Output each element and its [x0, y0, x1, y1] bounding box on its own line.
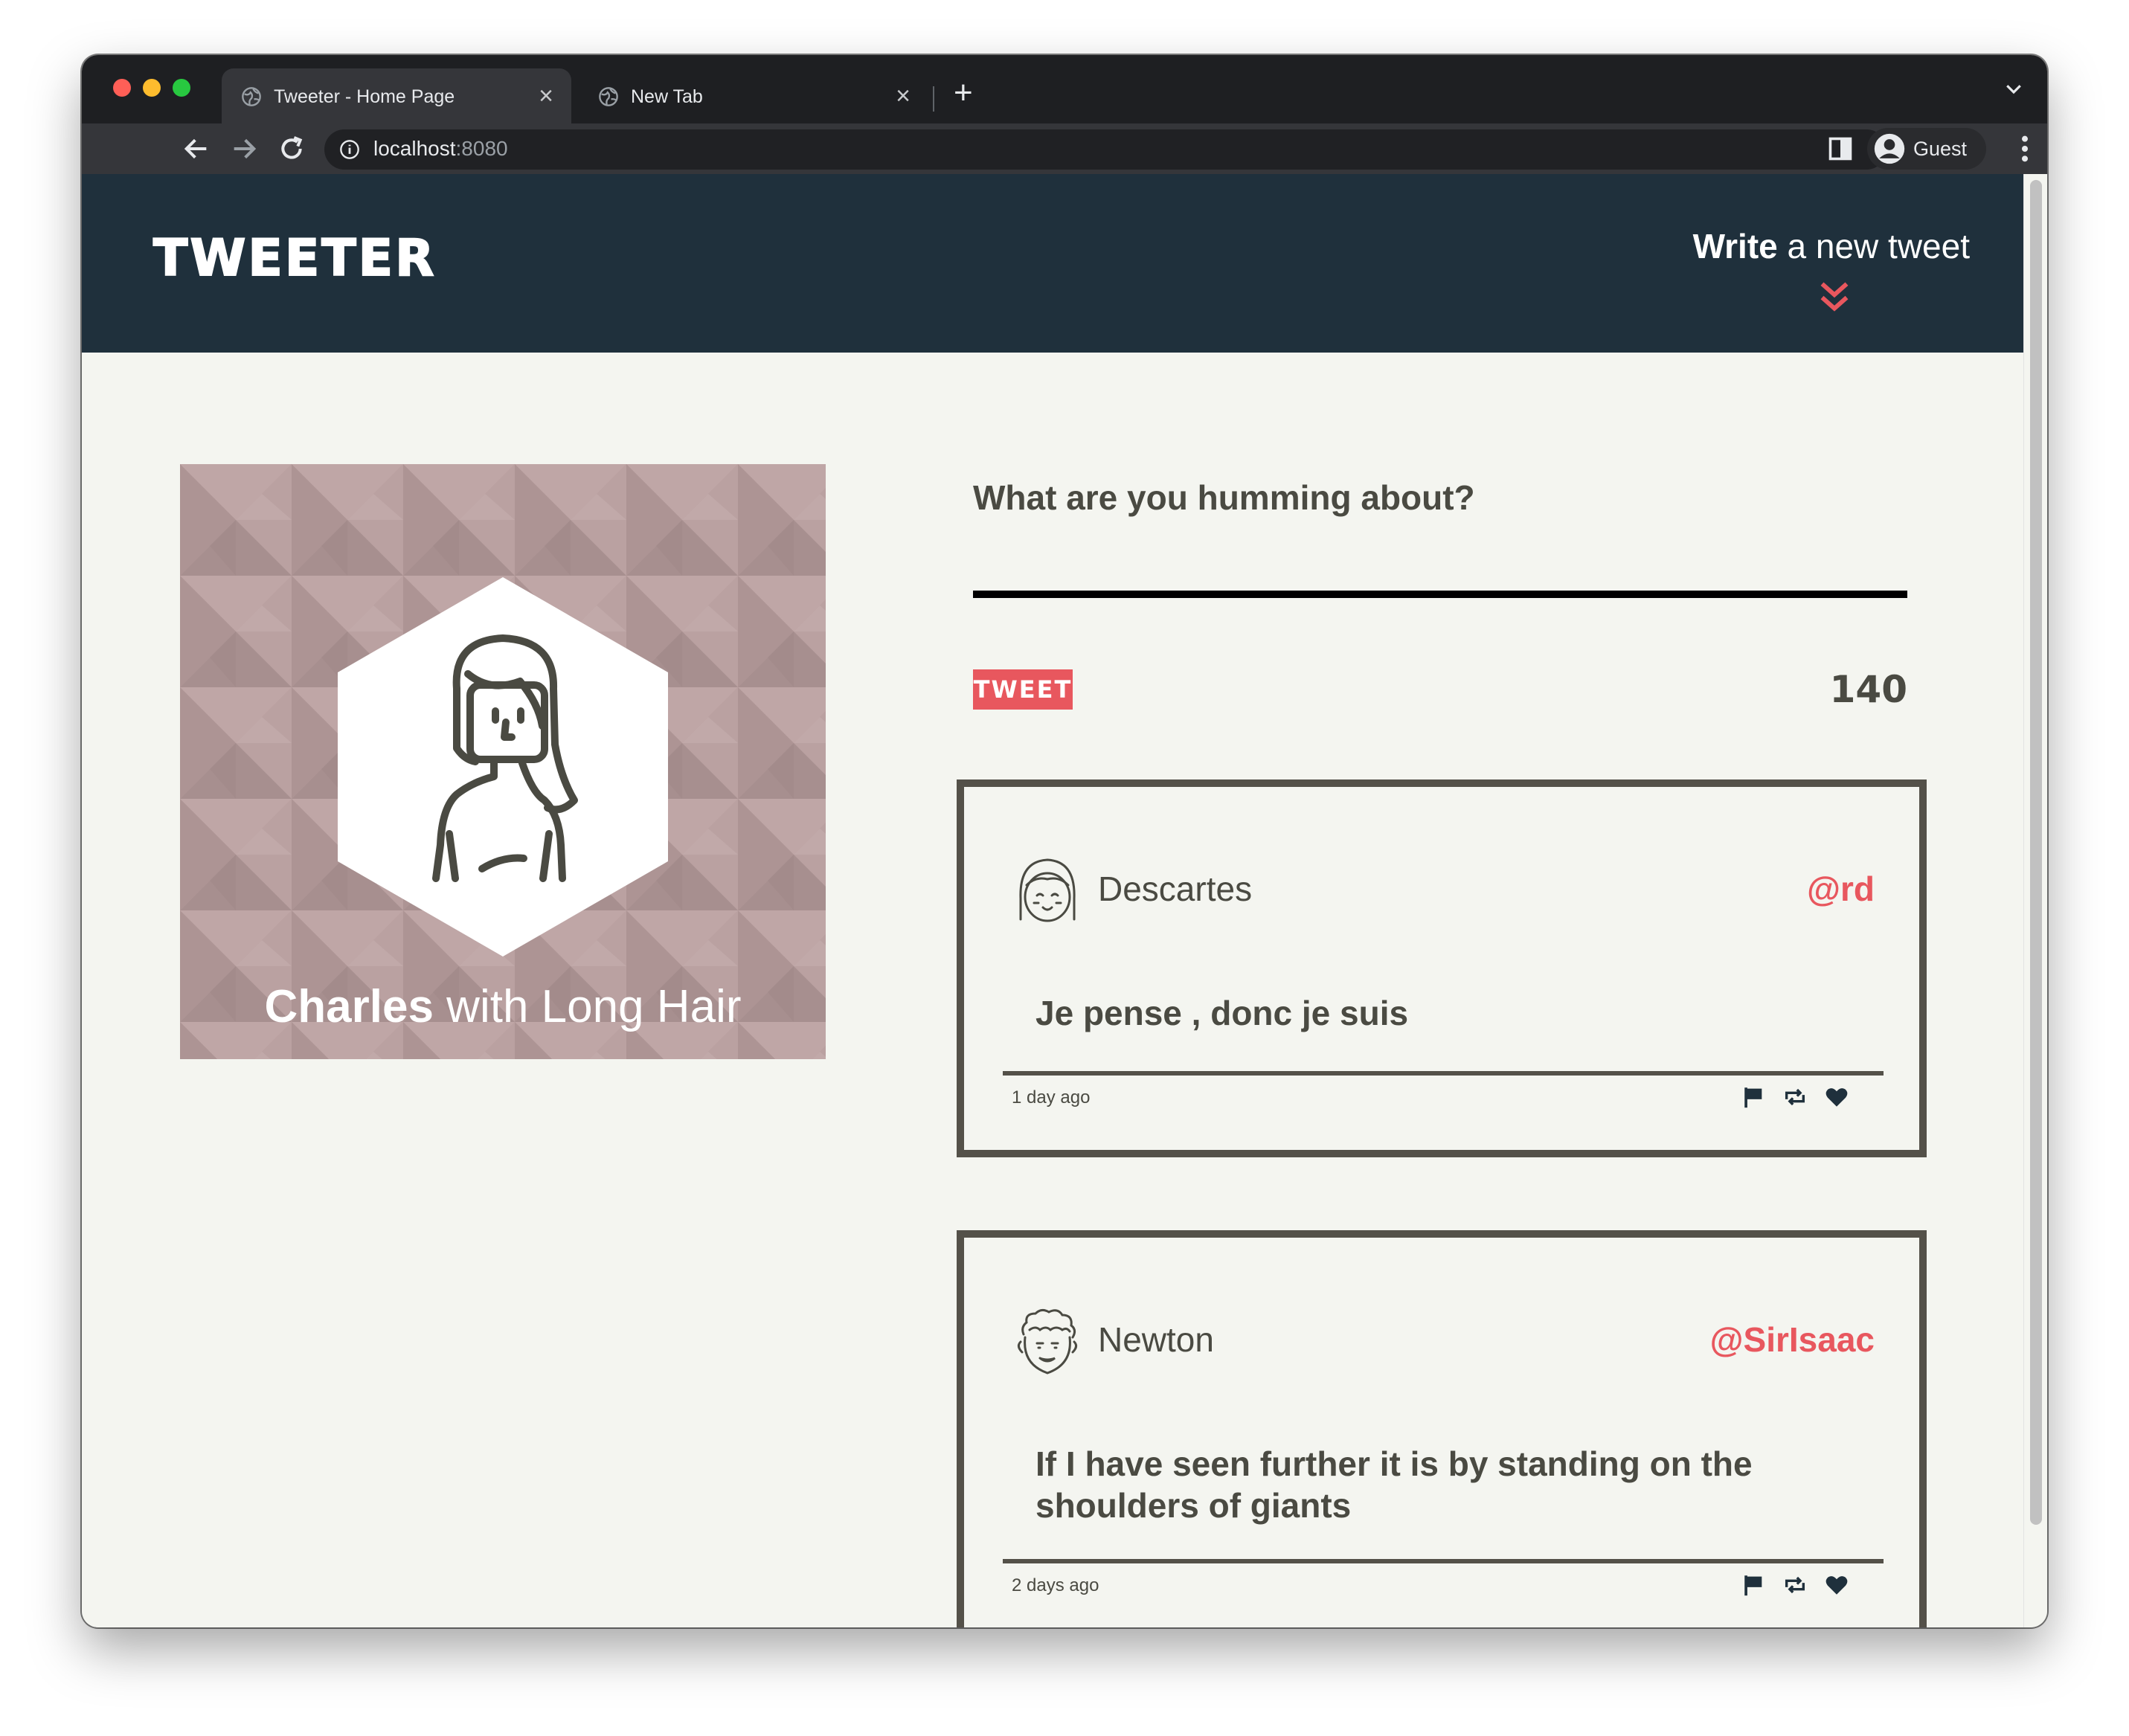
tab-title: Tweeter - Home Page: [274, 86, 455, 107]
scrollbar-thumb[interactable]: [2030, 180, 2042, 1525]
tweet-actions: [1741, 1084, 1852, 1110]
minimize-window-button[interactable]: [143, 79, 161, 97]
forward-arrow-icon[interactable]: [229, 134, 259, 164]
flag-icon[interactable]: [1741, 1572, 1766, 1598]
retweet-icon[interactable]: [1782, 1084, 1808, 1110]
chevron-down-icon[interactable]: [2003, 77, 2025, 100]
page-viewport: TWEETER Write a new tweet Charles with L…: [82, 174, 2023, 1627]
tweet-author: Descartes: [1098, 869, 1253, 908]
tweet-card: Descartes @rd Je pense , donc je suis 1 …: [957, 779, 1927, 1157]
browser-toolbar: localhost:8080 Guest: [82, 123, 2047, 174]
tweet-handle[interactable]: @SirIsaac: [1710, 1319, 1875, 1360]
close-window-button[interactable]: [113, 79, 131, 97]
tweet-timestamp: 2 days ago: [1012, 1575, 1099, 1595]
tweet-handle[interactable]: @rd: [1807, 869, 1875, 909]
tweet-actions: [1741, 1572, 1852, 1598]
profile-avatar-icon: [1874, 133, 1905, 164]
curly-hair-avatar-icon: [1017, 1308, 1078, 1375]
girl-face-avatar-icon: [1019, 858, 1076, 922]
flag-icon[interactable]: [1741, 1084, 1766, 1110]
tweet-timestamp: 1 day ago: [1012, 1087, 1091, 1107]
retweet-icon[interactable]: [1782, 1572, 1808, 1598]
tweet-author: Newton: [1098, 1320, 1214, 1359]
hexagon-avatar: [338, 577, 668, 957]
profile-name-label: Charles with Long Hair: [264, 981, 742, 1032]
reload-icon[interactable]: [277, 134, 306, 164]
new-tab-button[interactable]: +: [954, 74, 973, 112]
tweet-divider: [1003, 1071, 1884, 1076]
profile-name: Guest: [1913, 138, 1968, 160]
profile-card: Charles with Long Hair: [180, 464, 826, 1059]
maximize-window-button[interactable]: [173, 79, 190, 97]
character-counter: 140: [1829, 668, 1907, 711]
tab-tweeter-home[interactable]: Tweeter - Home Page ×: [222, 68, 571, 123]
heart-icon[interactable]: [1824, 1572, 1849, 1598]
url-text: localhost:8080: [373, 137, 508, 160]
tab-bar: Tweeter - Home Page × New Tab × +: [82, 55, 2047, 123]
close-tab-icon[interactable]: ×: [539, 82, 553, 111]
site-logo[interactable]: TWEETER: [152, 228, 437, 289]
tweet-divider: [1003, 1559, 1884, 1563]
vertical-scrollbar[interactable]: [2023, 174, 2047, 1627]
tab-separator: [933, 86, 934, 112]
tweet-content: Je pense , donc je suis: [1035, 994, 1409, 1032]
tweet-card: Newton @SirIsaac If I have seen further …: [957, 1230, 1927, 1627]
tweet-submit-button[interactable]: TWEET: [973, 669, 1073, 710]
tweet-text-input[interactable]: [973, 531, 1907, 598]
double-chevron-down-icon[interactable]: [1818, 280, 1851, 315]
info-icon[interactable]: [339, 139, 360, 160]
side-panel-icon[interactable]: [1827, 135, 1854, 162]
globe-icon: [242, 87, 261, 106]
tab-new-tab[interactable]: New Tab ×: [579, 68, 928, 123]
address-bar[interactable]: localhost:8080: [324, 129, 1886, 170]
browser-window: Tweeter - Home Page × New Tab × + localh…: [82, 55, 2047, 1627]
write-new-tweet-link[interactable]: Write a new tweet: [1693, 226, 1970, 266]
tab-title: New Tab: [631, 86, 703, 107]
profile-button[interactable]: Guest: [1867, 128, 1986, 170]
compose-label: What are you humming about?: [973, 478, 1475, 517]
more-options-icon[interactable]: [2020, 134, 2029, 164]
heart-icon[interactable]: [1824, 1084, 1849, 1110]
tweet-content: If I have seen further it is by standing…: [1035, 1444, 1753, 1525]
close-tab-icon[interactable]: ×: [896, 82, 911, 111]
globe-icon: [599, 87, 618, 106]
site-header: TWEETER Write a new tweet: [82, 174, 2023, 353]
back-arrow-icon[interactable]: [182, 134, 211, 164]
